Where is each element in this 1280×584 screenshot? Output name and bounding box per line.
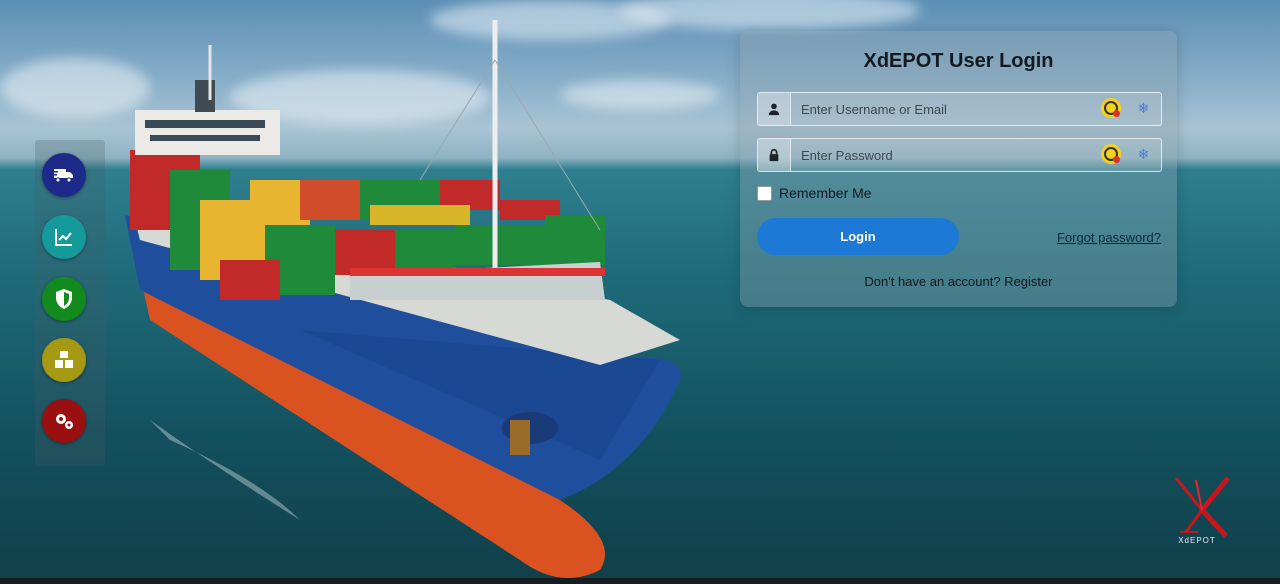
username-field: ❄ [757,92,1162,126]
login-card: XdEPOT User Login ❄ ❄ Remember Me Login … [740,31,1177,307]
analytics-button[interactable] [42,215,86,259]
login-title: XdEPOT User Login [863,50,1054,72]
gears-icon [56,414,73,429]
snowflake-icon[interactable]: ❄ [1136,147,1151,162]
bottom-bar [0,578,1280,584]
login-button[interactable]: Login [757,218,959,255]
remember-label: Remember Me [779,185,872,201]
logo-text: XdEPOT [1178,536,1216,545]
password-field: ❄ [757,138,1162,172]
container-ship-image [125,20,681,578]
password-manager-icon[interactable] [1101,144,1121,164]
remember-checkbox[interactable] [757,185,772,201]
settings-button[interactable] [42,399,86,443]
inventory-button[interactable] [42,338,86,382]
register-prompt[interactable]: Don't have an account? Register [740,274,1177,289]
forgot-password-link[interactable]: Forgot password? [1057,230,1161,245]
lock-icon [758,139,791,171]
remember-me[interactable]: Remember Me [757,185,872,201]
security-button[interactable] [42,277,86,321]
truck-button[interactable] [42,153,86,197]
user-icon [758,93,791,125]
shield-icon [56,289,72,309]
side-rail [35,140,105,466]
truck-icon [52,169,73,183]
boxes-icon [55,351,73,368]
chart-line-icon [55,229,72,246]
snowflake-icon[interactable]: ❄ [1136,101,1151,116]
password-manager-icon[interactable] [1101,98,1121,118]
